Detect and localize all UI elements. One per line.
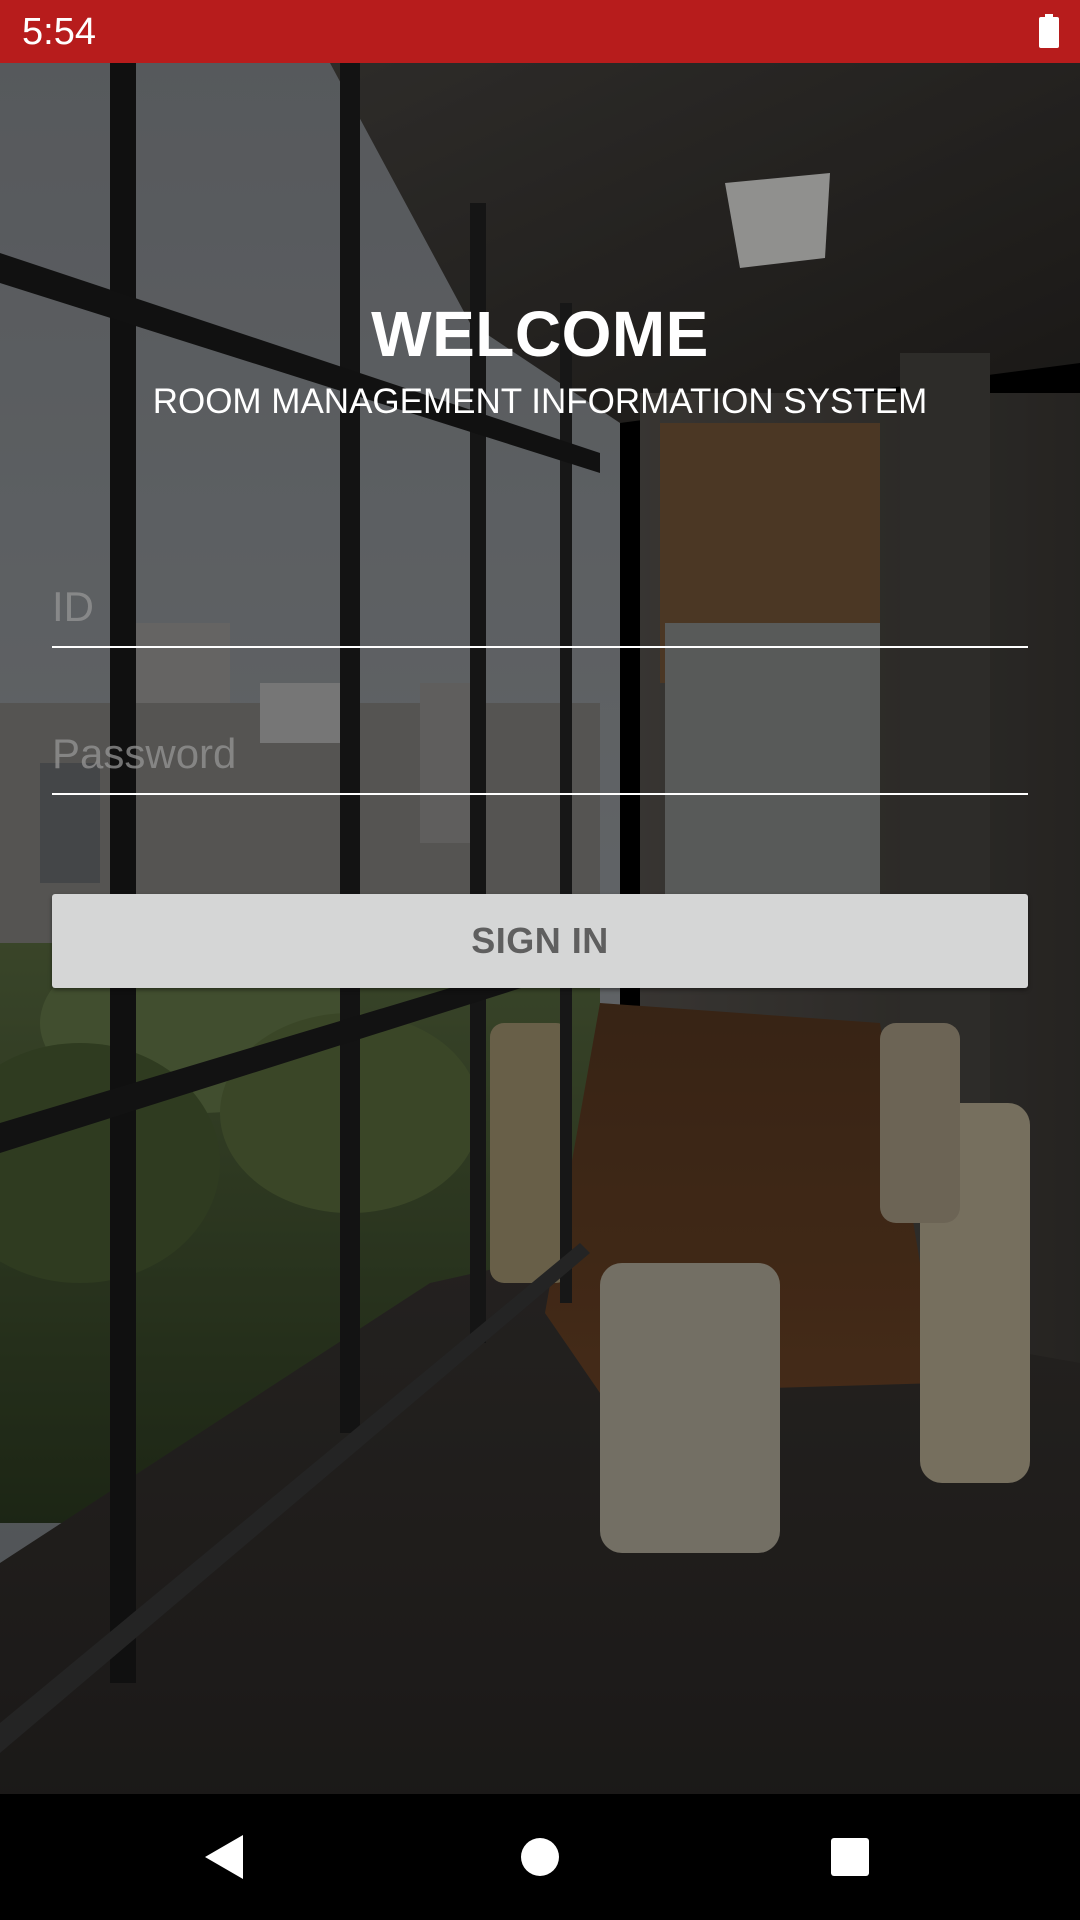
welcome-title: WELCOME [371, 298, 709, 370]
app-subtitle: ROOM MANAGEMENT INFORMATION SYSTEM [152, 382, 928, 421]
id-input[interactable] [52, 568, 1028, 648]
status-bar: 5:54 [0, 0, 1080, 63]
home-icon [521, 1838, 559, 1876]
back-icon [205, 1835, 243, 1879]
back-button[interactable] [165, 1794, 285, 1920]
recents-button[interactable] [790, 1794, 910, 1920]
recents-icon [831, 1838, 869, 1876]
status-time: 5:54 [22, 11, 96, 53]
navigation-bar [0, 1794, 1080, 1920]
battery-icon [1039, 14, 1059, 48]
sign-in-button[interactable]: SIGN IN [52, 894, 1028, 988]
password-input[interactable] [52, 715, 1028, 795]
home-button[interactable] [480, 1794, 600, 1920]
